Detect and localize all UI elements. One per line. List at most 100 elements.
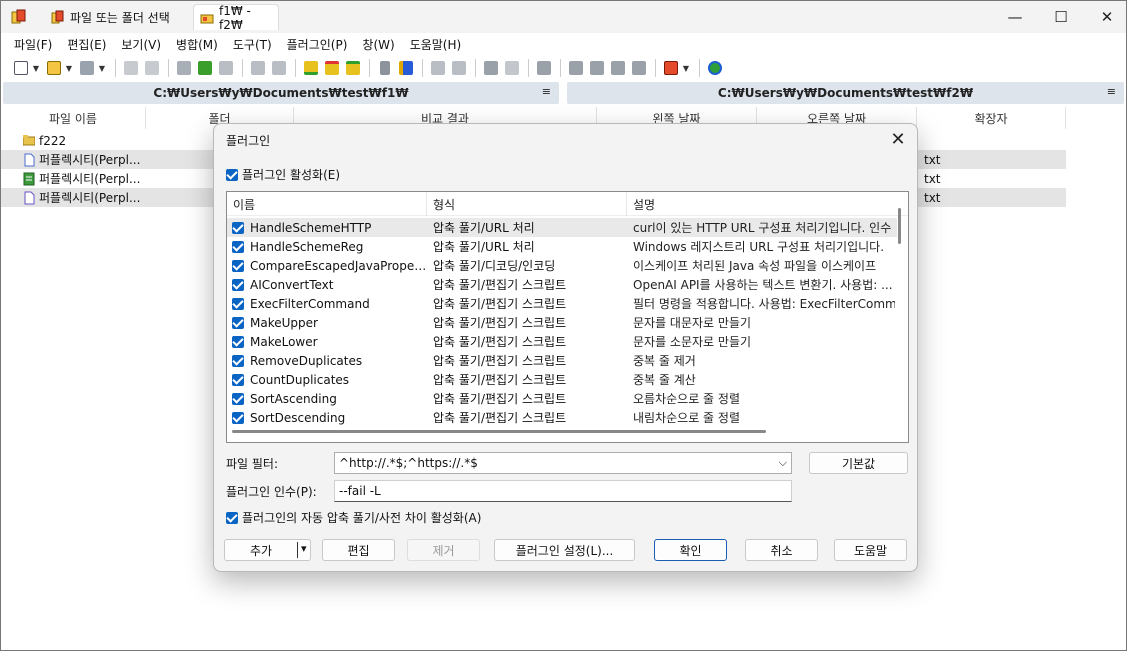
arrow-up-gray-icon: [272, 61, 286, 75]
plugin-checkbox[interactable]: [232, 392, 244, 405]
plugin-checkbox[interactable]: [232, 335, 244, 348]
plugin-row[interactable]: CountDuplicates 압축 풀기/편집기 스크립트 중복 줄 계산: [227, 370, 897, 389]
copy-all-right-button[interactable]: [248, 58, 268, 78]
horizontal-scrollbar[interactable]: [232, 430, 766, 433]
prev-file-button[interactable]: [502, 58, 522, 78]
new-dropdown[interactable]: ▼: [32, 58, 40, 78]
first-diff-button[interactable]: [301, 58, 321, 78]
new-button[interactable]: [11, 58, 31, 78]
first-file-button[interactable]: [566, 58, 586, 78]
column-header-description[interactable]: 설명: [627, 192, 908, 216]
enable-plugins-checkbox[interactable]: 플러그인 활성화(E): [226, 166, 340, 183]
refresh-button[interactable]: [705, 58, 725, 78]
tab-label: 파일 또는 폴더 선택: [70, 10, 170, 25]
copy-right-button[interactable]: [195, 58, 215, 78]
plugin-row[interactable]: MakeLower 압축 풀기/편집기 스크립트 문자를 소문자로 만들기: [227, 332, 897, 351]
plugin-args-input[interactable]: --fail -L: [334, 480, 792, 502]
options-button[interactable]: [661, 58, 681, 78]
plugin-checkbox[interactable]: [232, 221, 244, 234]
plugin-checkbox[interactable]: [232, 373, 244, 386]
tab-select-files[interactable]: 파일 또는 폴더 선택: [45, 4, 185, 30]
plugin-row[interactable]: CompareEscapedJavaProperties... 압축 풀기/디코…: [227, 256, 897, 275]
chevron-down-icon[interactable]: ▾: [301, 542, 307, 555]
current-diff-button[interactable]: [322, 58, 342, 78]
plugin-row[interactable]: ExecFilterCommand 압축 풀기/편집기 스크립트 필터 명령을 …: [227, 294, 897, 313]
edit-button[interactable]: 편집: [322, 539, 395, 561]
ok-button[interactable]: 확인: [654, 539, 727, 561]
plugin-list[interactable]: 이름 형식 설명 HandleSchemeHTTP 압축 풀기/URL 처리 c…: [226, 191, 909, 443]
remove-button[interactable]: 제거: [407, 539, 480, 561]
column-header-name[interactable]: 이름: [227, 192, 427, 216]
plugin-row[interactable]: RemoveDuplicates 압축 풀기/편집기 스크립트 중복 줄 제거: [227, 351, 897, 370]
save-button[interactable]: [77, 58, 97, 78]
collapse-button[interactable]: [534, 58, 554, 78]
prev-file-nav-button[interactable]: [587, 58, 607, 78]
menu-file[interactable]: 파일(F): [7, 36, 60, 53]
print-button[interactable]: [174, 58, 194, 78]
prev-diff-button[interactable]: [396, 58, 416, 78]
minimize-button[interactable]: —: [992, 1, 1038, 33]
last-file-button[interactable]: [629, 58, 649, 78]
save-dropdown[interactable]: ▼: [98, 58, 106, 78]
file-filter-combobox[interactable]: ^http://.*$;^https://.*$ ⌵: [334, 452, 792, 474]
column-header-filename[interactable]: 파일 이름: [1, 107, 146, 129]
menu-merge[interactable]: 병합(M): [169, 36, 226, 53]
column-header-extension[interactable]: 확장자: [917, 107, 1066, 129]
plugin-checkbox[interactable]: [232, 411, 244, 424]
maximize-button[interactable]: ☐: [1038, 1, 1084, 33]
open-button[interactable]: [44, 58, 64, 78]
menu-edit[interactable]: 편집(E): [60, 36, 114, 53]
vertical-scrollbar[interactable]: [898, 208, 901, 244]
close-button[interactable]: ✕: [1084, 1, 1126, 33]
menu-icon[interactable]: ≡: [1107, 85, 1116, 98]
plugin-checkbox[interactable]: [232, 316, 244, 329]
plugin-checkbox[interactable]: [232, 278, 244, 291]
copy-left-button[interactable]: [216, 58, 236, 78]
open-dropdown[interactable]: ▼: [65, 58, 73, 78]
add-button[interactable]: 추가 ▾: [224, 539, 311, 561]
column-header-type[interactable]: 형식: [427, 192, 627, 216]
plugin-checkbox[interactable]: [232, 297, 244, 310]
plugin-row[interactable]: AIConvertText 압축 풀기/편집기 스크립트 OpenAI API를…: [227, 275, 897, 294]
toolbar-separator: [560, 59, 561, 77]
plugin-row[interactable]: SortDescending 압축 풀기/편집기 스크립트 내림차순으로 줄 정…: [227, 408, 897, 427]
menu-plugins[interactable]: 플러그인(P): [280, 36, 356, 53]
auto-unpack-checkbox[interactable]: 플러그인의 자동 압축 풀기/사전 차이 활성화(A): [226, 509, 481, 526]
plugin-description: 내림차순으로 줄 정렬: [633, 411, 740, 425]
left-path-bar[interactable]: C:₩Users₩y₩Documents₩test₩f1₩ ≡: [3, 82, 559, 104]
chevron-down-icon[interactable]: ⌵: [779, 456, 787, 470]
menu-tools[interactable]: 도구(T): [226, 36, 280, 53]
default-button[interactable]: 기본값: [809, 452, 908, 474]
plugin-row[interactable]: HandleSchemeHTTP 압축 풀기/URL 처리 curl이 있는 H…: [227, 218, 897, 237]
next-diff-button[interactable]: [375, 58, 395, 78]
redo-button[interactable]: [142, 58, 162, 78]
plugin-settings-button[interactable]: 플러그인 설정(L)...: [494, 539, 635, 561]
merge-button[interactable]: [428, 58, 448, 78]
plugin-checkbox[interactable]: [232, 259, 244, 272]
minimize-icon: —: [1007, 8, 1023, 26]
last-diff-button[interactable]: [343, 58, 363, 78]
next-file-button[interactable]: [481, 58, 501, 78]
dialog-close-button[interactable]: ✕: [887, 128, 909, 150]
tab-folder-compare[interactable]: f1₩ - f2₩: [193, 4, 279, 32]
options-dropdown[interactable]: ▼: [682, 58, 690, 78]
plugin-row[interactable]: SortAscending 압축 풀기/편집기 스크립트 오름차순으로 줄 정렬: [227, 389, 897, 408]
last-file-icon: [632, 61, 646, 75]
plugin-checkbox[interactable]: [232, 354, 244, 367]
menu-help[interactable]: 도움말(H): [403, 36, 470, 53]
plugin-type: 압축 풀기/편집기 스크립트: [433, 392, 567, 406]
merge-back-button[interactable]: [449, 58, 469, 78]
copy-all-left-button[interactable]: [269, 58, 289, 78]
menu-icon[interactable]: ≡: [542, 85, 551, 98]
cancel-button[interactable]: 취소: [745, 539, 818, 561]
plugin-row[interactable]: MakeUpper 압축 풀기/편집기 스크립트 문자를 대문자로 만들기: [227, 313, 897, 332]
menu-view[interactable]: 보기(V): [114, 36, 169, 53]
next-file-nav-button[interactable]: [608, 58, 628, 78]
menu-window[interactable]: 창(W): [355, 36, 402, 53]
arrow-up-gray-icon: [219, 61, 233, 75]
plugin-checkbox[interactable]: [232, 240, 244, 253]
right-path-bar[interactable]: C:₩Users₩y₩Documents₩test₩f2₩ ≡: [567, 82, 1124, 104]
undo-button[interactable]: [121, 58, 141, 78]
help-button[interactable]: 도움말: [834, 539, 907, 561]
plugin-row[interactable]: HandleSchemeReg 압축 풀기/URL 처리 Windows 레지스…: [227, 237, 897, 256]
